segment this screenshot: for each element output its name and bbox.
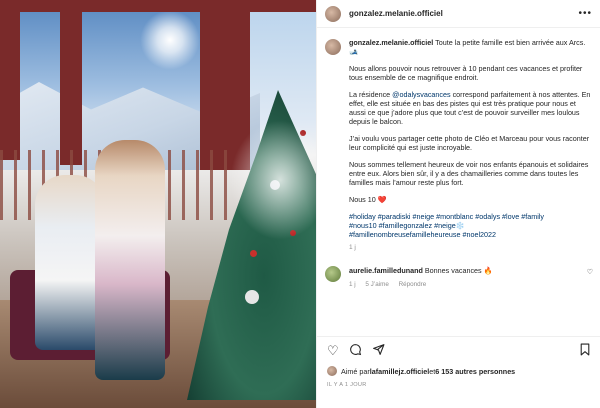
- caption-paragraph: Nous 10: [349, 195, 376, 204]
- likes-others[interactable]: 6 153 autres personnes: [435, 367, 515, 376]
- comment-item: aurelie.familledunand Bonnes vacances 🔥 …: [325, 266, 593, 289]
- light-glare: [230, 120, 316, 240]
- caption-text: La résidence: [349, 90, 393, 99]
- window-frame-left: [0, 0, 20, 160]
- comment-icon[interactable]: [349, 343, 362, 358]
- snowflake-emoji: ❄️: [455, 221, 465, 230]
- heart-icon[interactable]: ♡: [327, 344, 339, 357]
- action-bar: ♡: [317, 336, 600, 364]
- caption-paragraph: Nous sommes tellement heureux de voir no…: [349, 160, 589, 187]
- bookmark-icon[interactable]: [579, 343, 591, 358]
- hashtags-line[interactable]: #nous10 #famillegonzalez #neige: [349, 221, 456, 230]
- header-username[interactable]: gonzalez.melanie.officiel: [349, 9, 443, 18]
- heart-emoji: ❤️: [377, 195, 387, 204]
- caption-paragraph: Nous allons pouvoir nous retrouver à 10 …: [349, 64, 583, 82]
- hashtags-line[interactable]: #famillenombreusefamilleheureuse #noel20…: [349, 230, 496, 239]
- comments-section[interactable]: gonzalez.melanie.officiel Toute la petit…: [317, 28, 600, 336]
- comment-time[interactable]: 1 j: [349, 281, 356, 288]
- avatar[interactable]: [327, 366, 337, 376]
- avatar[interactable]: [325, 39, 341, 55]
- more-options-icon[interactable]: •••: [578, 8, 592, 19]
- post-header: gonzalez.melanie.officiel •••: [317, 0, 600, 28]
- share-icon[interactable]: [372, 343, 385, 358]
- post-sidebar: gonzalez.melanie.officiel ••• gonzalez.m…: [316, 0, 600, 408]
- likes-prefix: Aimé par: [341, 366, 370, 376]
- likes-user[interactable]: lafamillejz.officiel: [370, 367, 430, 376]
- post-photo[interactable]: [0, 0, 316, 408]
- caption-username[interactable]: gonzalez.melanie.officiel: [349, 38, 433, 47]
- child-cleo: [95, 140, 165, 380]
- comment-likes[interactable]: 5 J’aime: [365, 281, 388, 288]
- comment-like-icon[interactable]: ♡: [587, 268, 593, 289]
- post-age[interactable]: IL Y A 1 JOUR: [327, 382, 367, 388]
- post-caption: gonzalez.melanie.officiel Toute la petit…: [325, 38, 593, 252]
- ornament: [245, 290, 259, 304]
- reply-button[interactable]: Répondre: [399, 281, 427, 288]
- fire-emoji: 🔥: [483, 266, 493, 275]
- post-time[interactable]: 1 j: [349, 243, 593, 252]
- avatar[interactable]: [325, 266, 341, 282]
- window-frame-middle: [60, 0, 82, 165]
- likes-summary: Aimé par lafamillejz.officiel et 6 153 a…: [327, 366, 515, 376]
- caption-first: Toute la petite famille est bien arrivée…: [435, 38, 586, 47]
- ski-emoji: 🎿: [349, 47, 358, 56]
- ornament: [250, 250, 257, 257]
- photo-sun: [140, 10, 200, 70]
- comment-text: Bonnes vacances: [424, 266, 482, 275]
- window-frame-top: [0, 0, 316, 12]
- hashtags-line[interactable]: #holiday #paradiski #neige #montblanc #o…: [349, 212, 544, 221]
- caption-paragraph: J’ai voulu vous partager cette photo de …: [349, 134, 590, 152]
- mention-link[interactable]: @odalysvacances: [392, 90, 450, 99]
- avatar[interactable]: [325, 5, 341, 22]
- comment-username[interactable]: aurelie.familledunand: [349, 266, 423, 275]
